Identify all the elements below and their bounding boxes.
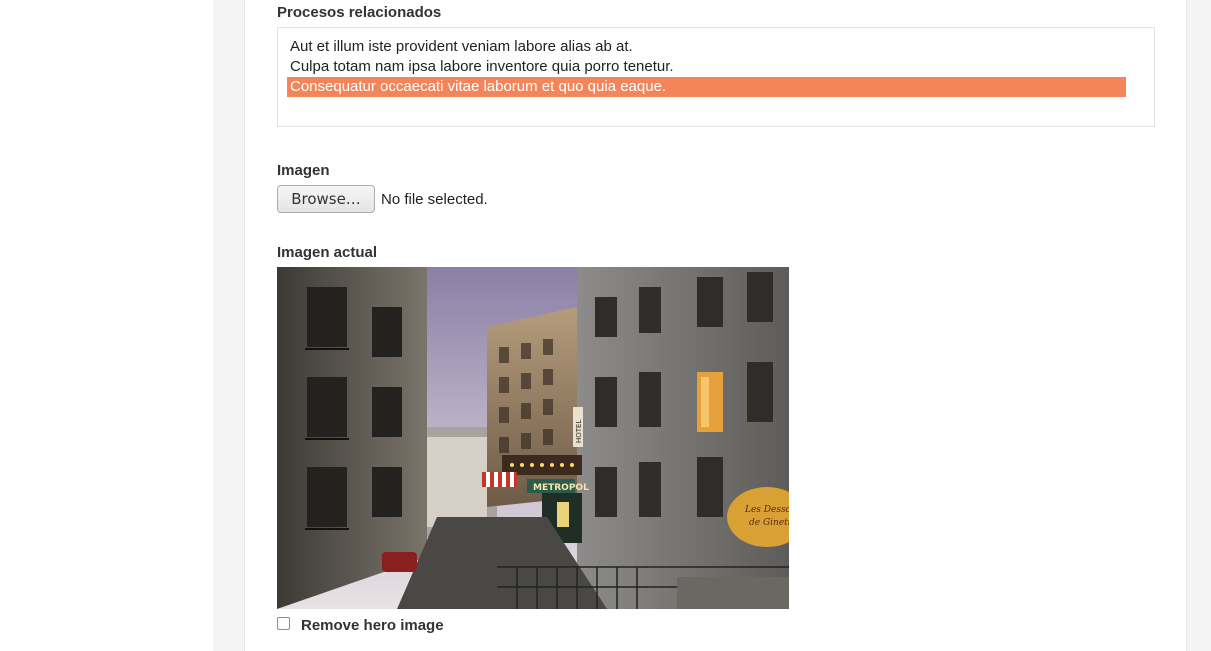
remove-hero-label[interactable]: Remove hero image	[301, 617, 444, 634]
right-gutter	[1186, 0, 1211, 651]
current-image-label: Imagen actual	[277, 244, 378, 261]
page: Procesos relacionados Aut et illum iste …	[0, 0, 1211, 651]
awning-text: de Ginette	[749, 518, 789, 528]
hero-image: Les Dessous de Ginette HOTEL METROPOL	[277, 267, 789, 609]
image-label: Imagen	[277, 162, 330, 179]
related-processes-label: Procesos relacionados	[277, 4, 442, 21]
process-option-selected[interactable]: Consequatur occaecati vitae laborum et q…	[287, 77, 1126, 97]
related-processes-select[interactable]: Aut et illum iste provident veniam labor…	[277, 27, 1155, 127]
form-panel: Procesos relacionados Aut et illum iste …	[245, 0, 1186, 651]
file-input[interactable]: Browse… No file selected.	[277, 185, 488, 213]
browse-button[interactable]: Browse…	[277, 185, 375, 213]
remove-hero-checkbox[interactable]	[277, 616, 290, 630]
file-status-text: No file selected.	[381, 190, 488, 208]
process-option[interactable]: Aut et illum iste provident veniam labor…	[287, 37, 1126, 57]
street-photo: Les Dessous de Ginette HOTEL METROPOL	[277, 267, 789, 609]
awning-text: Les Dessous	[744, 505, 789, 515]
hotel-sign: HOTEL	[575, 420, 583, 443]
remove-hero-row: Remove hero image	[277, 612, 444, 634]
process-option[interactable]: Culpa totam nam ipsa labore inventore qu…	[287, 57, 1126, 77]
left-gutter	[213, 0, 245, 651]
metropol-sign: METROPOL	[533, 483, 589, 493]
